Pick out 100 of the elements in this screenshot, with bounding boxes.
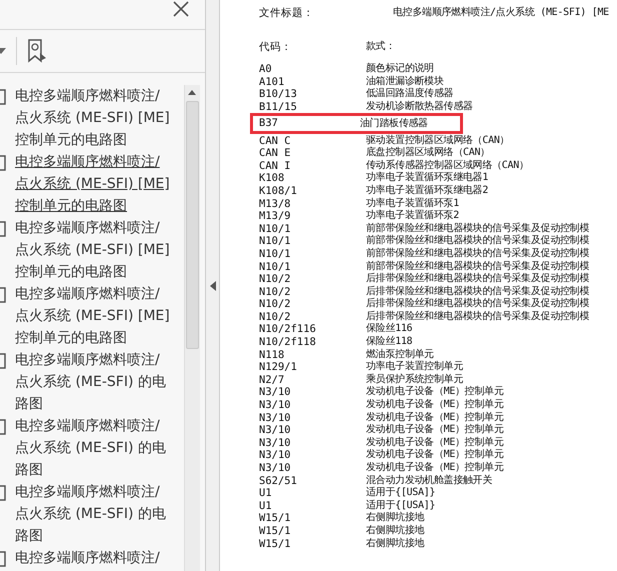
name-cell-text: 前部带保险丝和继电器模块的信号采集及促动控制模 — [366, 235, 590, 248]
bookmark-item[interactable]: 电控多端顺序燃料喷注/ 点火系统 (ME-SFI) [ME] 控制单元的电路图 — [0, 85, 184, 151]
bookmark-icon[interactable] — [27, 39, 47, 63]
code-cell-text: CAN I — [259, 160, 292, 172]
bookmark-text: 点火系统 (ME-SFI) 的电 — [15, 505, 166, 524]
page-icon — [0, 551, 6, 567]
scroll-up-icon[interactable] — [188, 90, 196, 95]
bookmark-text: 电控多端顺序燃料喷注/ — [15, 285, 161, 304]
bookmark-text: 电控多端顺序燃料喷注/ — [15, 87, 161, 106]
name-cell-text: 功率电子装置循环泵继电器2 — [366, 184, 488, 198]
name-cell-text: 发动机电子设备（ME）控制单元 — [366, 436, 504, 448]
code-cell-text: N3/10 — [259, 424, 292, 437]
name-cell-text: 底盘控制器区域网络（CAN） — [366, 147, 490, 160]
bookmark-text: 控制单元的电路图 — [15, 197, 128, 216]
bookmark-text: 点火系统 (ME-SFI) [ME] — [15, 307, 170, 326]
name-cell-text: 低温回路温度传感器 — [366, 88, 454, 100]
bookmark-text: 路图 — [15, 461, 44, 480]
scroll-thumb[interactable] — [186, 101, 199, 349]
name-cell: 发动机诊断散热器传感器 — [366, 100, 473, 114]
code-cell-text: A0 — [259, 63, 273, 76]
bookmark-item[interactable]: 电控多端顺序燃料喷注/ 点火系统 (ME-SFI) [ME] 控制单元的电路图 — [0, 151, 184, 217]
code-cell-text: U1 — [259, 500, 273, 512]
bookmark-item[interactable]: 电控多端顺序燃料喷注/ — [0, 547, 184, 571]
bookmark-item[interactable]: 电控多端顺序燃料喷注/ 点火系统 (ME-SFI) 的电 路图 — [0, 415, 184, 481]
column-header: 款式： — [366, 40, 396, 54]
collapse-icon[interactable] — [210, 280, 216, 290]
code-cell-text: N10/2f118 — [259, 336, 317, 349]
code-cell-text: K108 — [259, 172, 286, 185]
name-cell: 前部带保险丝和继电器模块的信号采集及促动控制模 — [366, 248, 590, 260]
code-cell-text: N3/10 — [259, 462, 292, 475]
name-cell-text: 发动机电子设备（ME）控制单元 — [366, 386, 504, 398]
name-cell-text: 右侧脚坑接地 — [366, 512, 424, 524]
name-cell-text: 发动机电子设备（ME）控制单元 — [366, 449, 504, 462]
name-cell-text: 发动机电子设备（ME）控制单元 — [366, 399, 504, 412]
bookmark-item[interactable]: 电控多端顺序燃料喷注/ 点火系统 (ME-SFI) [ME] 控制单元的电路图 — [0, 217, 184, 283]
name-cell-text: 保险丝118 — [366, 336, 412, 348]
name-cell-text: 驱动装置控制器区域网络（CAN） — [366, 134, 510, 146]
bookmark-text: 点火系统 (ME-SFI) [ME] — [15, 241, 170, 260]
name-cell-text: 右侧脚坑接地 — [366, 524, 424, 538]
code-cell-text: N10/2 — [259, 286, 292, 298]
close-icon[interactable] — [173, 1, 189, 17]
bookmark-text: 点火系统 (ME-SFI) [ME] — [15, 175, 170, 194]
code-cell-text: N3/10 — [259, 436, 292, 450]
name-cell-text: 后排带保险丝和继电器模块的信号采集及促动控制模 — [366, 310, 590, 322]
code-cell-text: N10/1 — [259, 222, 292, 236]
name-cell-text: 适用于{[USA]} — [366, 487, 436, 500]
name-cell-text: 油箱泄漏诊断模块 — [366, 76, 444, 88]
page-icon — [0, 155, 6, 171]
bookmark-item[interactable]: 电控多端顺序燃料喷注/ 点火系统 (ME-SFI) 的电 路图 — [0, 481, 184, 547]
code-cell-text: N10/2 — [259, 273, 292, 286]
code-cell-text: U1 — [259, 487, 273, 500]
name-cell-text: 后排带保险丝和继电器模块的信号采集及促动控制模 — [366, 298, 590, 310]
name-cell-text: 油门踏板传感器 — [360, 116, 428, 131]
bookmark-text: 电控多端顺序燃料喷注/ — [15, 483, 161, 502]
code-cell-text: N10/1 — [259, 248, 292, 260]
bookmark-item[interactable]: 电控多端顺序燃料喷注/ 点火系统 (ME-SFI) 的电 路图 — [0, 349, 184, 415]
bookmark-text: 点火系统 (ME-SFI) [ME] — [15, 109, 170, 128]
code-cell-text: B37 — [259, 116, 279, 131]
code-cell-text: N3/10 — [259, 449, 292, 462]
bookmark-text: 控制单元的电路图 — [15, 263, 128, 282]
page-icon — [0, 485, 6, 501]
name-cell-text: 发动机电子设备（ME）控制单元 — [366, 424, 504, 436]
code-cell-text: B11/15 — [259, 100, 298, 114]
page-icon — [0, 89, 6, 105]
name-cell-text: 燃油泵控制单元 — [366, 348, 434, 360]
code-cell-text: M13/9 — [259, 210, 292, 223]
page-icon — [0, 353, 6, 369]
name-cell-text: 发动机电子设备（ME）控制单元 — [366, 462, 504, 474]
code-cell-text: CAN E — [259, 147, 292, 160]
page-icon — [0, 287, 6, 303]
bookmark-text: 电控多端顺序燃料喷注/ — [15, 549, 160, 568]
code-cell-text: N3/10 — [259, 412, 292, 424]
code-cell-text: K108/1 — [259, 184, 298, 198]
bookmark-text: 点火系统 (ME-SFI) 的电 — [15, 439, 166, 458]
code-cell-text: N129/1 — [259, 361, 298, 374]
bookmark-text: 电控多端顺序燃料喷注/ — [15, 351, 161, 370]
code-cell-text: CAN C — [259, 134, 292, 148]
code-cell-text: N10/1 — [259, 235, 292, 248]
name-cell-text: 传动系传感器控制器区域网络（CAN） — [366, 160, 529, 172]
bookmark-text: 电控多端顺序燃料喷注/ — [15, 219, 161, 238]
name-cell-text: 功率电子装置循环泵继电器1 — [366, 172, 488, 184]
name-cell-text: 功率电子装置控制单元 — [366, 361, 464, 374]
code-cell-text: N118 — [259, 348, 286, 362]
bookmark-text: 电控多端顺序燃料喷注/ — [15, 153, 161, 172]
bookmark-item[interactable]: 电控多端顺序燃料喷注/ 点火系统 (ME-SFI) [ME] 控制单元的电路图 — [0, 283, 184, 349]
title-label: 文件标题： — [259, 7, 315, 20]
scrollbar[interactable] — [184, 85, 200, 571]
name-cell-text: 前部带保险丝和继电器模块的信号采集及促动控制模 — [366, 260, 590, 272]
code-cell-text: M13/8 — [259, 198, 292, 210]
code-cell-text: B10/13 — [259, 88, 298, 101]
bookmark-text: 电控多端顺序燃料喷注/ — [15, 417, 161, 436]
bookmark-text: 控制单元的电路图 — [15, 329, 128, 348]
name-cell-text: 乘员保护系统控制单元 — [366, 374, 464, 386]
code-cell-text: W15/1 — [259, 538, 292, 550]
code-cell-text: N3/10 — [259, 399, 292, 412]
name-cell-text: 后排带保险丝和继电器模块的信号采集及促动控制模 — [366, 273, 590, 286]
name-cell-text: 前部带保险丝和继电器模块的信号采集及促动控制模 — [366, 222, 590, 234]
code-cell-text: W15/1 — [259, 524, 292, 538]
bookmark-text: 路图 — [15, 395, 44, 414]
name-cell-text: 功率电子装置循环泵2 — [366, 210, 460, 222]
